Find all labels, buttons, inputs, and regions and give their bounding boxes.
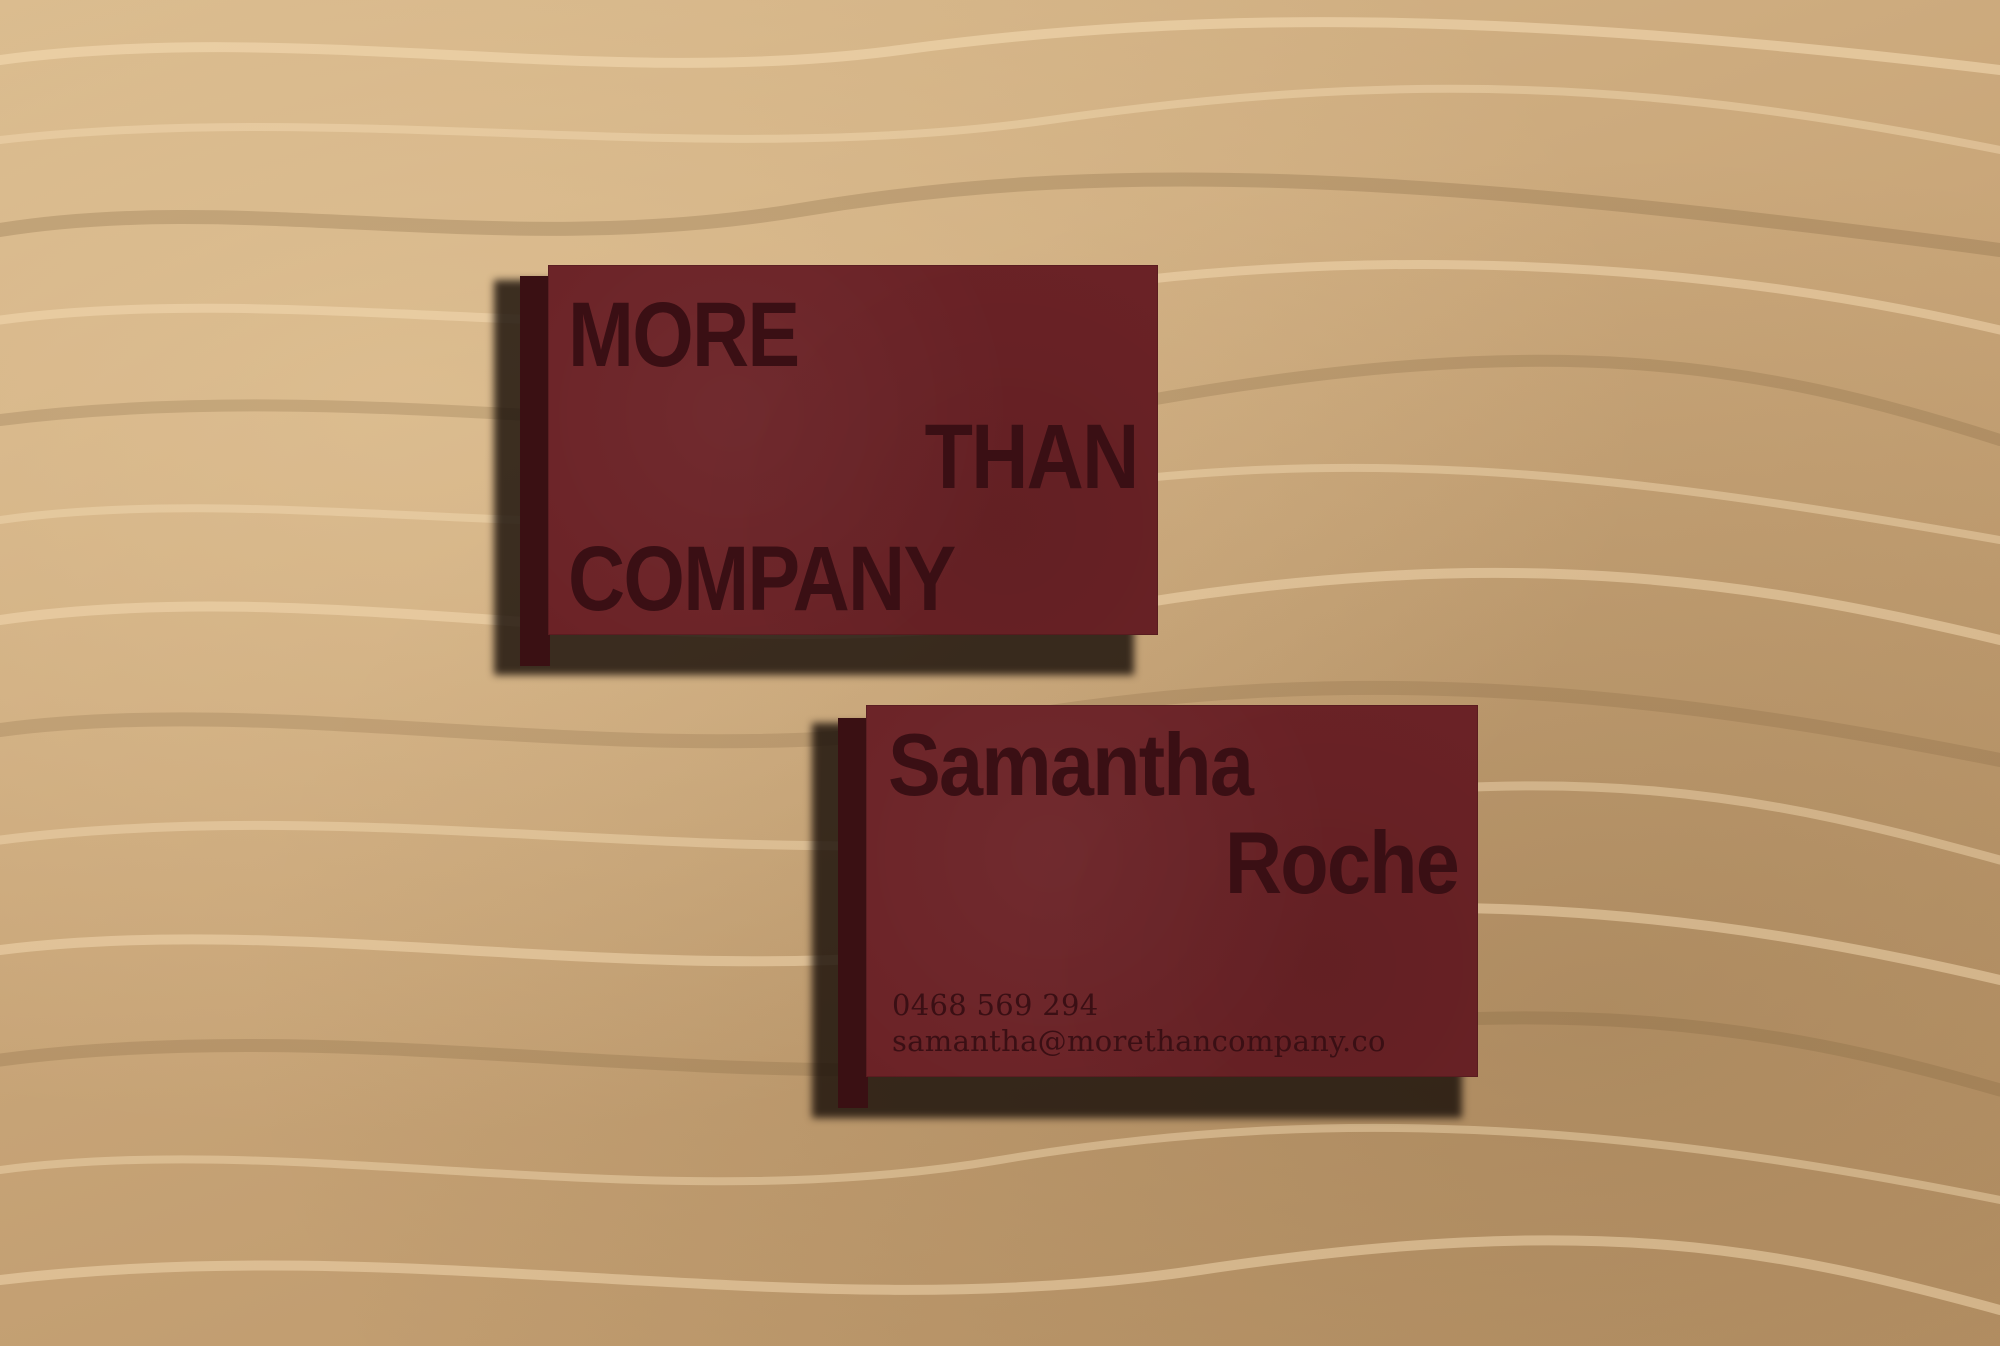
back-card-edge [838,718,868,1108]
brand-word-more: MORE [568,284,800,386]
front-business-card: MORE THAN COMPANY [548,265,1158,635]
brand-word-company: COMPANY [568,528,956,630]
brand-word-than: THAN [925,406,1140,508]
sand-background: MORE THAN COMPANY Samantha Roche 0468 56… [0,0,2000,1346]
front-card-edge [520,276,550,666]
email-address: samantha@morethancompany.co [892,1024,1386,1058]
last-name: Roche [1224,813,1460,912]
phone-number: 0468 569 294 [892,988,1099,1022]
first-name: Samantha [888,715,1254,814]
back-business-card: Samantha Roche 0468 569 294 samantha@mor… [866,705,1478,1077]
